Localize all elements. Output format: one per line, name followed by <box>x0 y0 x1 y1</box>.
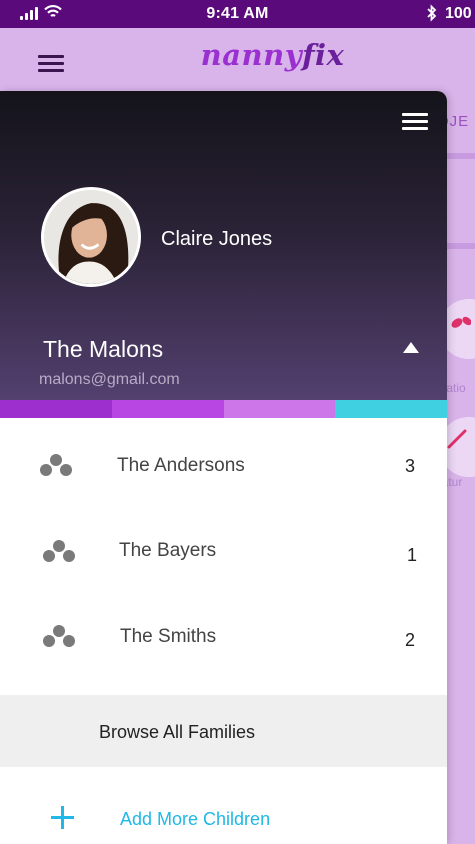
bluetooth-icon <box>427 4 437 22</box>
avatar[interactable] <box>41 187 141 287</box>
color-strip-segment <box>223 400 336 418</box>
browse-all-families-button[interactable]: Browse All Families <box>0 695 447 767</box>
family-count: 1 <box>407 545 418 565</box>
thermometer-icon <box>447 429 467 449</box>
temperature-label: eratur <box>447 475 463 489</box>
medication-label: dicatio <box>447 381 466 395</box>
browse-all-families-label: Browse All Families <box>99 722 256 742</box>
background-content: OJE dicatio eratur <box>447 93 475 844</box>
family-group-icon <box>43 540 75 566</box>
plus-icon <box>51 806 74 829</box>
color-strip-segment <box>335 400 447 418</box>
family-item-smiths[interactable]: The Smiths 2 <box>0 594 447 679</box>
selected-family-name[interactable]: The Malons <box>43 336 163 363</box>
family-count: 3 <box>405 456 416 476</box>
drawer-menu-icon[interactable] <box>402 113 428 131</box>
family-name: The Bayers <box>119 540 217 561</box>
family-item-andersons[interactable]: The Andersons 3 <box>0 424 447 509</box>
family-group-icon <box>40 454 72 480</box>
app-header: nannyfix <box>0 28 475 93</box>
app-logo: nannyfix <box>0 38 475 72</box>
family-name: The Andersons <box>117 455 245 476</box>
color-strip-segment <box>0 400 112 418</box>
background-divider <box>447 243 475 249</box>
logo-part-fix: fix <box>302 38 345 72</box>
logo-part-nanny: nanny <box>200 38 303 72</box>
avatar-photo <box>44 190 138 284</box>
add-more-children-button[interactable]: Add More Children <box>0 781 447 841</box>
family-item-bayers[interactable]: The Bayers 1 <box>0 509 447 594</box>
selected-family-email: malons@gmail.com <box>39 371 180 388</box>
background-tab-label: OJE <box>447 113 470 130</box>
family-name: The Smiths <box>120 626 217 647</box>
background-divider <box>447 153 475 159</box>
family-group-icon <box>43 625 75 651</box>
family-count: 2 <box>405 630 416 650</box>
status-time: 9:41 AM <box>206 5 269 22</box>
caret-up-icon[interactable] <box>403 342 419 353</box>
status-bar: 9:41 AM 100 <box>0 0 475 28</box>
drawer-header: Claire Jones The Malons malons@gmail.com <box>0 91 447 400</box>
pill-icon <box>451 316 471 328</box>
color-strip <box>0 400 447 418</box>
color-strip-segment <box>111 400 224 418</box>
profile-name: Claire Jones <box>161 228 273 250</box>
navigation-drawer: Claire Jones The Malons malons@gmail.com… <box>0 91 447 844</box>
battery-text: 100 <box>445 5 472 22</box>
add-more-children-label: Add More Children <box>120 809 271 829</box>
